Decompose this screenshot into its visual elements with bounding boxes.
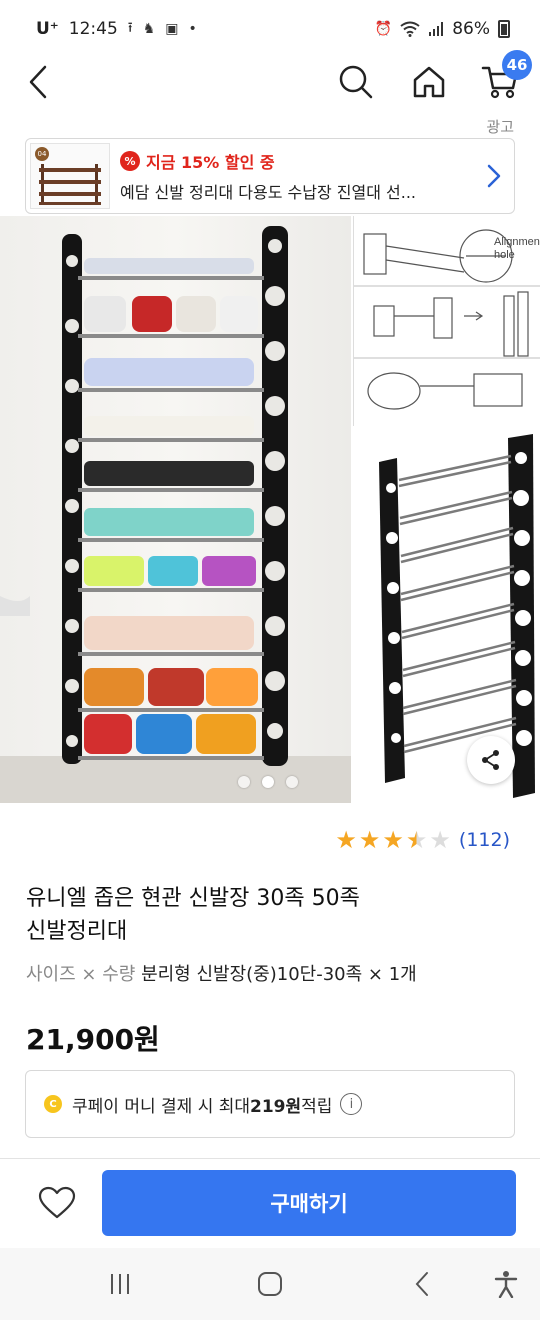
search-button[interactable] [334, 62, 378, 102]
gallery-page-indicator [238, 776, 298, 788]
back-button[interactable] [18, 62, 58, 102]
ad-chevron-right-icon [474, 163, 514, 189]
upload-icon: ⭱ [127, 20, 133, 36]
home-nav-button[interactable] [248, 1264, 292, 1304]
empty-rack-photo [379, 434, 535, 798]
page-dot-active[interactable] [262, 776, 274, 788]
back-arrow-icon [29, 65, 47, 99]
shoe-rack-photo [0, 226, 351, 803]
ad-thumbnail: 04 [30, 143, 110, 209]
recent-apps-icon [111, 1274, 129, 1294]
cart-count-badge: 46 [502, 50, 532, 80]
page-dot[interactable] [238, 776, 250, 788]
search-icon [339, 65, 373, 99]
ad-title: 예담 신발 정리대 다용도 수납장 진열대 선... [120, 183, 417, 202]
recent-apps-button[interactable] [98, 1264, 142, 1304]
alarm-icon: ⏰ [374, 21, 393, 37]
clock: 12:45 [68, 19, 118, 39]
ad-label: 광고 [486, 118, 514, 136]
alignment-hole-label: Alignment hole [494, 236, 540, 261]
home-nav-icon [258, 1272, 282, 1296]
status-bar: U⁺ 12:45 ⭱ ♞ ▣ • ⏰ 86% [0, 0, 540, 58]
option-value: 분리형 신발장(중)10단-30족 × 1개 [141, 964, 417, 985]
back-nav-icon [415, 1272, 428, 1296]
share-button[interactable] [467, 736, 515, 784]
coupay-amount: 219원 [250, 1096, 302, 1117]
star-full-icon: ★ [382, 826, 404, 854]
accessibility-button[interactable] [484, 1264, 528, 1304]
info-icon[interactable]: i [340, 1093, 363, 1115]
media-icon: ▣ [165, 21, 179, 37]
signal-icon [429, 22, 444, 36]
coupay-suffix: 적립 [301, 1096, 333, 1117]
share-icon [482, 750, 499, 770]
star-full-icon: ★ [335, 826, 357, 854]
product-title-line1: 유니엘 좁은 현관 신발장 30족 50족 [26, 886, 360, 911]
product-title: 유니엘 좁은 현관 신발장 30족 50족 신발정리대 [26, 882, 516, 948]
system-navigation-bar [0, 1248, 540, 1320]
product-image-gallery[interactable]: Alignment hole [0, 216, 540, 803]
star-half-icon: ★ [405, 826, 428, 854]
notification-icon: ♞ [142, 21, 156, 37]
product-image-empty-rack [353, 428, 540, 803]
more-notifications-icon: • [188, 21, 197, 37]
accessibility-icon [494, 1271, 518, 1298]
wifi-icon [400, 21, 420, 37]
coin-icon: C [44, 1095, 62, 1113]
discount-icon: % [120, 151, 140, 171]
option-key: 사이즈 × 수량 [26, 964, 136, 985]
shoe-rack-thumbnail-icon [39, 164, 101, 205]
review-count[interactable]: (112) [459, 829, 510, 851]
wishlist-button[interactable] [32, 1178, 82, 1228]
product-title-line2: 신발정리대 [26, 919, 128, 944]
ad-banner[interactable]: 04 % 지금 15% 할인 중 예담 신발 정리대 다용도 수납장 진열대 선… [25, 138, 515, 214]
battery-percent: 86% [452, 19, 490, 39]
top-app-bar [0, 58, 540, 108]
star-full-icon: ★ [358, 826, 381, 854]
coupay-prefix: 쿠페이 머니 결제 시 최대 [72, 1096, 251, 1117]
back-nav-button[interactable] [400, 1264, 444, 1304]
star-empty-icon: ★ [429, 826, 451, 854]
home-icon [413, 66, 445, 98]
rating-summary[interactable]: ★ ★ ★ ★ ★ (112) [335, 828, 510, 852]
divider [0, 1158, 540, 1159]
coupay-reward-banner[interactable]: C 쿠페이 머니 결제 시 최대 219원 적립 i [25, 1070, 515, 1138]
ad-promo-text: 지금 15% 할인 중 [146, 153, 275, 172]
product-image-main [0, 216, 351, 803]
home-button[interactable] [407, 62, 451, 102]
product-image-assembly-diagram: Alignment hole [353, 216, 540, 426]
battery-icon [498, 20, 510, 38]
product-price: 21,900원 [26, 1023, 160, 1056]
heart-icon [38, 1186, 76, 1219]
carrier-label: U⁺ [36, 19, 59, 39]
page-dot[interactable] [286, 776, 298, 788]
buy-button[interactable]: 구매하기 [102, 1170, 516, 1236]
selected-option: 사이즈 × 수량 분리형 신발장(중)10단-30족 × 1개 [26, 960, 417, 986]
